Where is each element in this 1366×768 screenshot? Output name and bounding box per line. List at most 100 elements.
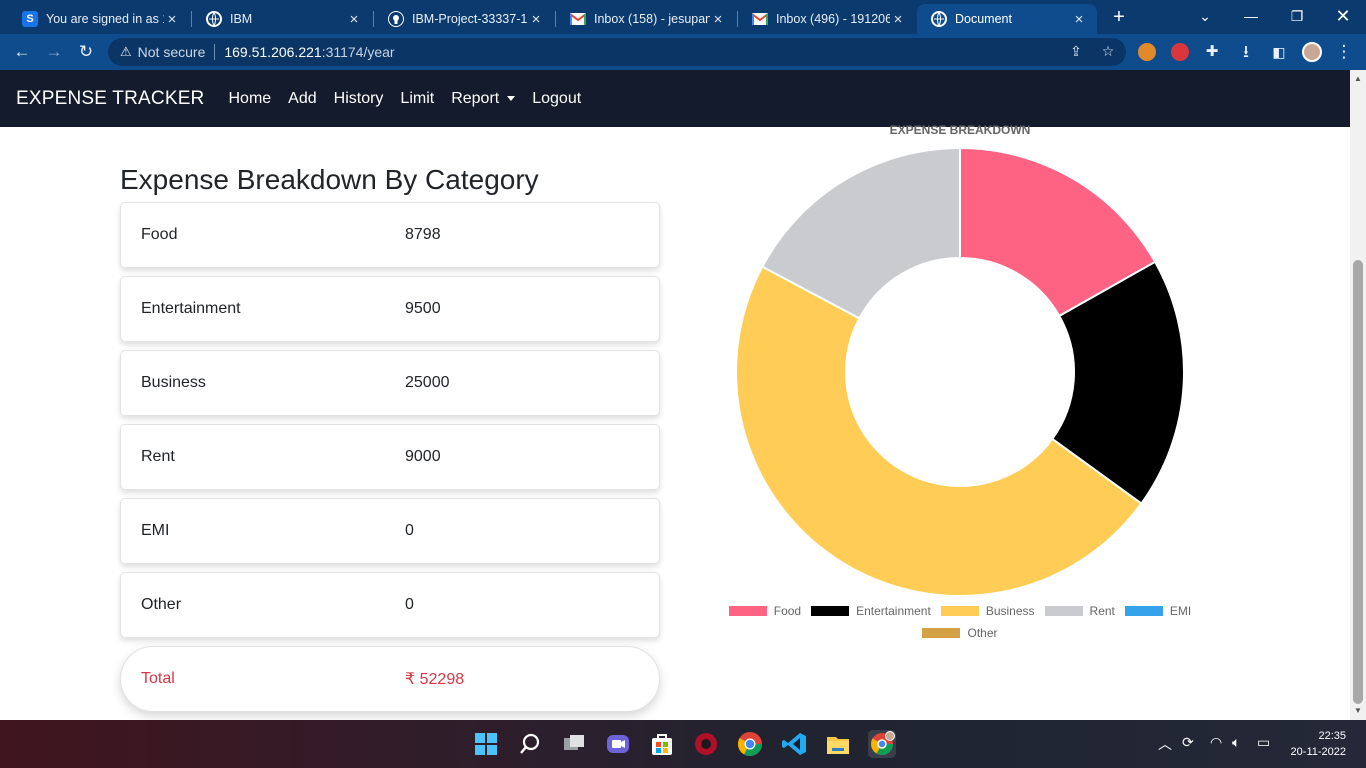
nav-logout[interactable]: Logout [532, 90, 581, 108]
extension-icon[interactable] [1171, 43, 1189, 61]
url-path[interactable]: :31174/year [322, 44, 395, 60]
chrome-profile-icon[interactable] [868, 730, 896, 758]
close-icon[interactable]: × [890, 11, 906, 28]
browser-toolbar: ← → ↻ ⚠ Not secure 169.51.206.221:31174/… [0, 34, 1366, 70]
browser-tab[interactable]: Inbox (158) - jesupanc × [556, 4, 736, 34]
browser-tab[interactable]: IBM-Project-33337-16 × [374, 4, 554, 34]
close-icon[interactable]: × [710, 11, 726, 28]
legend-item-business[interactable]: Business [940, 604, 1035, 618]
tab-title: Inbox (158) - jesupanc [594, 12, 710, 26]
legend-swatch [922, 628, 961, 638]
search-icon[interactable] [516, 730, 544, 758]
battery-icon[interactable]: ▭ [1257, 734, 1270, 751]
restore-button[interactable]: ❐ [1284, 4, 1310, 28]
windows-taskbar: ︿ ⟳ ◠ 🔈︎ ▭ 22:35 20-11-2022 [0, 720, 1366, 768]
total-card: Total ₹ 52298 [120, 646, 660, 712]
globe-icon [931, 11, 947, 27]
scroll-up-icon[interactable]: ▲ [1354, 74, 1362, 83]
legend-label: EMI [1169, 604, 1192, 618]
browser-tab-strip: S You are signed in as 1 × IBM × IBM-Pro… [0, 0, 1366, 34]
browser-tab[interactable]: IBM × [192, 4, 372, 34]
close-icon[interactable]: × [164, 11, 180, 28]
close-icon[interactable]: × [346, 11, 362, 28]
scroll-down-icon[interactable]: ▼ [1354, 706, 1362, 715]
nav-add[interactable]: Add [288, 90, 316, 108]
brand-logo[interactable]: EXPENSE TRACKER [16, 88, 204, 110]
menu-icon[interactable]: ⋮ [1332, 40, 1356, 64]
extension-icon[interactable] [1138, 43, 1156, 61]
legend-item-rent[interactable]: Rent [1044, 604, 1115, 618]
s-favicon-icon: S [22, 11, 38, 27]
legend-swatch [940, 606, 979, 616]
vertical-scrollbar[interactable]: ▲ ▼ [1350, 70, 1366, 720]
chevron-up-icon[interactable]: ︿ [1158, 734, 1172, 754]
nav-report-label: Report [451, 89, 500, 107]
legend-item-other[interactable]: Other [922, 626, 998, 640]
system-clock[interactable]: 22:35 20-11-2022 [1291, 728, 1346, 760]
category-value: 25000 [405, 374, 450, 391]
task-view-icon[interactable] [560, 730, 588, 758]
close-icon[interactable]: × [1071, 11, 1087, 28]
clock-date: 20-11-2022 [1290, 746, 1346, 758]
legend-swatch [811, 606, 850, 616]
nav-history[interactable]: History [334, 90, 384, 108]
store-icon[interactable] [648, 730, 676, 758]
browser-tab[interactable]: S You are signed in as 1 × [8, 4, 190, 34]
category-label: Entertainment [141, 300, 241, 317]
file-explorer-icon[interactable] [824, 730, 852, 758]
app-navbar: EXPENSE TRACKER Home Add History Limit R… [0, 70, 1350, 127]
category-value: 8798 [405, 226, 441, 243]
teams-chat-icon[interactable] [604, 730, 632, 758]
close-window-button[interactable]: ✕ [1330, 4, 1356, 28]
download-icon[interactable]: ⭳ [1234, 40, 1258, 64]
legend-item-food[interactable]: Food [728, 604, 801, 618]
sidebar-icon[interactable]: ◧ [1267, 40, 1291, 64]
windows-start-icon[interactable] [472, 730, 500, 758]
volume-icon[interactable]: 🔈︎ [1232, 734, 1240, 751]
nav-home[interactable]: Home [228, 90, 271, 108]
legend-swatch [1044, 606, 1083, 616]
minimize-button[interactable]: — [1238, 4, 1264, 28]
tab-title: IBM [230, 12, 253, 26]
reload-button[interactable]: ↻ [74, 40, 98, 64]
puzzle-icon[interactable]: ✚ [1200, 40, 1224, 64]
tab-title: IBM-Project-33337-16 [412, 12, 528, 26]
page-title: Expense Breakdown By Category [120, 164, 539, 195]
app-icon[interactable] [692, 730, 720, 758]
not-secure-label[interactable]: Not secure [138, 44, 206, 60]
wifi-icon[interactable]: ◠ [1210, 734, 1222, 751]
scrollbar-thumb[interactable] [1353, 260, 1363, 704]
legend-label: Rent [1089, 604, 1115, 618]
warning-icon[interactable]: ⚠ [120, 44, 132, 60]
address-bar[interactable]: ⚠ Not secure 169.51.206.221:31174/year ⇪… [108, 38, 1126, 66]
legend-item-emi[interactable]: EMI [1124, 604, 1192, 618]
network-alert-icon[interactable]: ⟳ [1182, 734, 1194, 751]
github-icon [388, 11, 404, 27]
browser-tab-active[interactable]: Document × [917, 4, 1097, 34]
star-icon[interactable]: ☆ [1098, 43, 1118, 61]
nav-limit[interactable]: Limit [400, 90, 434, 108]
close-icon[interactable]: × [528, 11, 544, 28]
nav-report-dropdown[interactable]: Report [451, 89, 516, 108]
share-icon[interactable]: ⇪ [1066, 43, 1086, 61]
legend-row: Food Entertainment Business Rent EMI [700, 604, 1220, 618]
category-value: 0 [405, 596, 414, 613]
tab-title: Document [955, 12, 1012, 26]
forward-button[interactable]: → [42, 40, 66, 64]
chrome-icon[interactable] [736, 730, 764, 758]
legend-item-entertainment[interactable]: Entertainment [811, 604, 931, 618]
chevron-down-icon[interactable]: ⌄ [1192, 4, 1218, 28]
category-card-emi: EMI 0 [120, 498, 660, 564]
globe-icon [206, 11, 222, 27]
back-button[interactable]: ← [10, 40, 34, 64]
browser-tab[interactable]: Inbox (496) - 1912063 × [738, 4, 916, 34]
total-label: Total [141, 670, 175, 687]
vscode-icon[interactable] [780, 730, 808, 758]
new-tab-button[interactable]: + [1108, 6, 1130, 28]
gmail-icon [570, 11, 586, 27]
category-label: Business [141, 374, 206, 391]
legend-label: Business [985, 604, 1035, 618]
url-host[interactable]: 169.51.206.221 [224, 44, 321, 60]
avatar[interactable] [1302, 42, 1322, 62]
category-value: 9000 [405, 448, 441, 465]
